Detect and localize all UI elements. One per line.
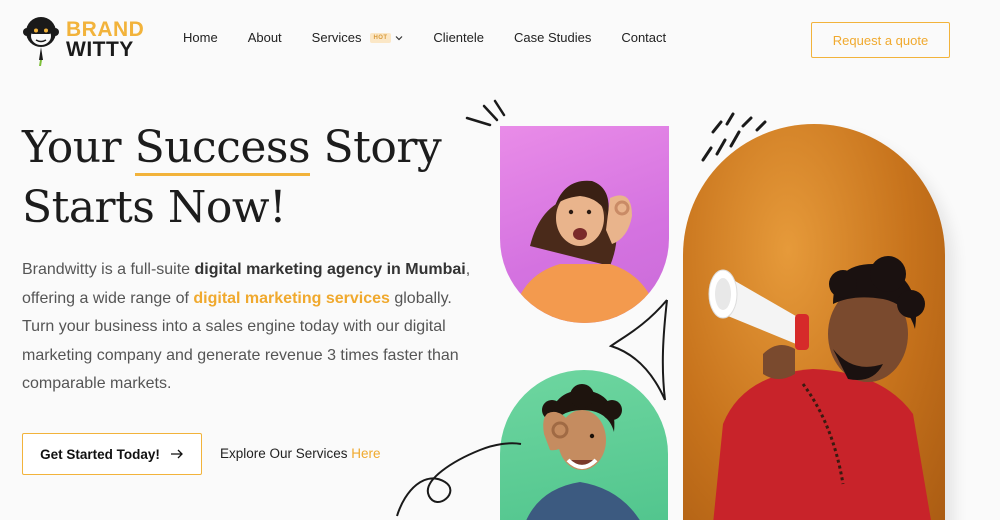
explore-text: Explore Our Services: [220, 446, 352, 461]
headline-line2: Starts Now!: [22, 182, 287, 233]
hero-headline: Your Success Story Starts Now!: [22, 118, 492, 238]
monkey-logo-icon: [22, 14, 60, 66]
brand-logo[interactable]: BRAND WITTY: [22, 12, 152, 68]
explore-services: Explore Our Services Here: [220, 446, 381, 461]
man-megaphone-photo: [683, 124, 945, 520]
woman-listening-photo: [500, 126, 669, 323]
brand-name-line1: BRAND: [66, 18, 145, 42]
nav-contact[interactable]: Contact: [621, 30, 666, 45]
nav-services[interactable]: Services HOT: [312, 30, 404, 45]
headline-part2: Story: [310, 122, 442, 173]
main-nav: Home About Services HOT Clientele Case S…: [183, 30, 696, 45]
headline-part1: Your: [22, 122, 135, 173]
headline-highlight: Success: [134, 122, 311, 176]
nav-case-studies[interactable]: Case Studies: [514, 30, 591, 45]
get-started-button[interactable]: Get Started Today!: [22, 433, 202, 475]
request-quote-button[interactable]: Request a quote: [811, 22, 950, 58]
desc-text-1: Brandwitty is a full-suite: [22, 261, 195, 278]
hot-badge: HOT: [369, 32, 392, 43]
digital-marketing-services-link[interactable]: digital marketing services: [193, 290, 390, 307]
nav-about[interactable]: About: [248, 30, 282, 45]
brand-name-line2: WITTY: [66, 38, 134, 61]
nav-services-label: Services: [311, 30, 362, 45]
nav-clientele[interactable]: Clientele: [433, 30, 484, 45]
chevron-down-icon: [395, 35, 403, 41]
squiggle-doodle: [396, 442, 522, 517]
explore-here-link[interactable]: Here: [351, 446, 380, 461]
arrow-right-icon: [170, 448, 184, 460]
nav-home[interactable]: Home: [183, 30, 218, 45]
desc-bold-1: digital marketing agency in Mumbai: [194, 261, 466, 278]
get-started-label: Get Started Today!: [40, 446, 160, 462]
brand-wordmark: BRAND WITTY: [66, 18, 145, 61]
hero-description: Brandwitty is a full-suite digital marke…: [22, 256, 477, 399]
